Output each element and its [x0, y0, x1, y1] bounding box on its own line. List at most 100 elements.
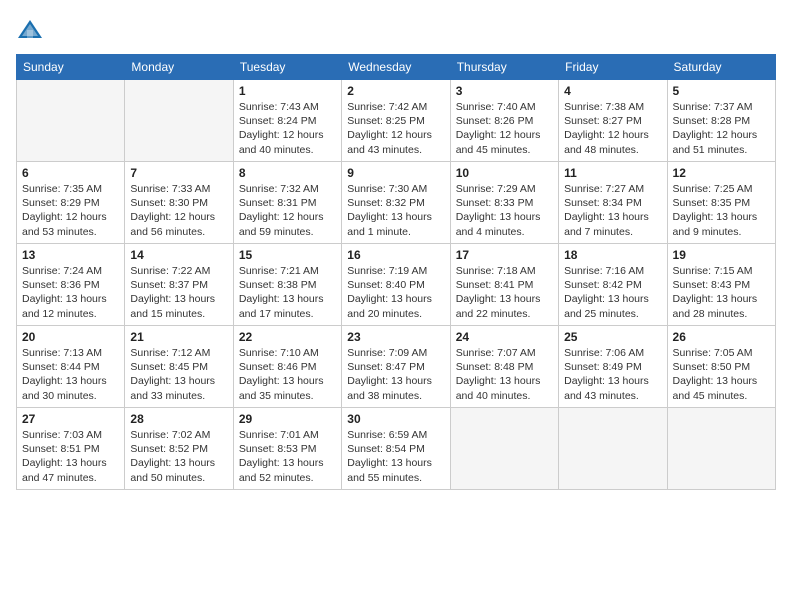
day-info: Sunrise: 7:07 AMSunset: 8:48 PMDaylight:…: [456, 346, 553, 403]
calendar-day-cell: 4 Sunrise: 7:38 AMSunset: 8:27 PMDaylight…: [559, 80, 667, 162]
day-info: Sunrise: 7:18 AMSunset: 8:41 PMDaylight:…: [456, 264, 553, 321]
calendar-day-cell: 19 Sunrise: 7:15 AMSunset: 8:43 PMDayligh…: [667, 244, 775, 326]
day-number: 15: [239, 248, 336, 262]
day-number: 7: [130, 166, 227, 180]
calendar-day-cell: 28 Sunrise: 7:02 AMSunset: 8:52 PMDayligh…: [125, 408, 233, 490]
calendar-day-cell: 1Sunrise: 7:43 AMSunset: 8:24 PMDaylight…: [233, 80, 341, 162]
calendar-day-cell: 3 Sunrise: 7:40 AMSunset: 8:26 PMDaylight…: [450, 80, 558, 162]
day-number: 10: [456, 166, 553, 180]
calendar-day-cell: 6Sunrise: 7:35 AMSunset: 8:29 PMDaylight…: [17, 162, 125, 244]
day-info: Sunrise: 7:22 AMSunset: 8:37 PMDaylight:…: [130, 264, 227, 321]
day-info: Sunrise: 7:24 AMSunset: 8:36 PMDaylight:…: [22, 264, 119, 321]
day-number: 13: [22, 248, 119, 262]
day-info: Sunrise: 7:33 AMSunset: 8:30 PMDaylight:…: [130, 182, 227, 239]
day-info: Sunrise: 7:19 AMSunset: 8:40 PMDaylight:…: [347, 264, 444, 321]
calendar-day-cell: 8 Sunrise: 7:32 AMSunset: 8:31 PMDaylight…: [233, 162, 341, 244]
day-info: Sunrise: 7:38 AMSunset: 8:27 PMDaylight:…: [564, 100, 661, 157]
calendar-day-cell: [125, 80, 233, 162]
day-info: Sunrise: 7:40 AMSunset: 8:26 PMDaylight:…: [456, 100, 553, 157]
calendar-day-cell: 16Sunrise: 7:19 AMSunset: 8:40 PMDayligh…: [342, 244, 450, 326]
day-number: 2: [347, 84, 444, 98]
calendar-week-row: 6Sunrise: 7:35 AMSunset: 8:29 PMDaylight…: [17, 162, 776, 244]
calendar-week-row: 13 Sunrise: 7:24 AMSunset: 8:36 PMDayligh…: [17, 244, 776, 326]
calendar-day-cell: 2 Sunrise: 7:42 AMSunset: 8:25 PMDaylight…: [342, 80, 450, 162]
calendar-day-cell: 7 Sunrise: 7:33 AMSunset: 8:30 PMDaylight…: [125, 162, 233, 244]
calendar-day-cell: [667, 408, 775, 490]
day-number: 22: [239, 330, 336, 344]
day-number: 9: [347, 166, 444, 180]
page-container: SundayMondayTuesdayWednesdayThursdayFrid…: [0, 0, 792, 500]
day-of-week-header: Wednesday: [342, 55, 450, 80]
day-number: 27: [22, 412, 119, 426]
day-number: 20: [22, 330, 119, 344]
day-info: Sunrise: 7:42 AMSunset: 8:25 PMDaylight:…: [347, 100, 444, 157]
day-number: 3: [456, 84, 553, 98]
day-info: Sunrise: 6:59 AMSunset: 8:54 PMDaylight:…: [347, 428, 444, 485]
calendar-day-cell: 20 Sunrise: 7:13 AMSunset: 8:44 PMDayligh…: [17, 326, 125, 408]
calendar-day-cell: 23 Sunrise: 7:09 AMSunset: 8:47 PMDayligh…: [342, 326, 450, 408]
day-info: Sunrise: 7:27 AMSunset: 8:34 PMDaylight:…: [564, 182, 661, 239]
day-number: 21: [130, 330, 227, 344]
day-info: Sunrise: 7:12 AMSunset: 8:45 PMDaylight:…: [130, 346, 227, 403]
day-info: Sunrise: 7:43 AMSunset: 8:24 PMDaylight:…: [239, 100, 336, 157]
day-number: 14: [130, 248, 227, 262]
day-info: Sunrise: 7:25 AMSunset: 8:35 PMDaylight:…: [673, 182, 770, 239]
calendar-day-cell: 17 Sunrise: 7:18 AMSunset: 8:41 PMDayligh…: [450, 244, 558, 326]
day-info: Sunrise: 7:02 AMSunset: 8:52 PMDaylight:…: [130, 428, 227, 485]
calendar-day-cell: 27 Sunrise: 7:03 AMSunset: 8:51 PMDayligh…: [17, 408, 125, 490]
calendar-day-cell: [450, 408, 558, 490]
day-number: 24: [456, 330, 553, 344]
calendar-week-row: 1Sunrise: 7:43 AMSunset: 8:24 PMDaylight…: [17, 80, 776, 162]
calendar-day-cell: 13 Sunrise: 7:24 AMSunset: 8:36 PMDayligh…: [17, 244, 125, 326]
page-header: [16, 16, 776, 44]
day-number: 5: [673, 84, 770, 98]
day-number: 6: [22, 166, 119, 180]
day-number: 25: [564, 330, 661, 344]
day-number: 23: [347, 330, 444, 344]
calendar-day-cell: 9 Sunrise: 7:30 AMSunset: 8:32 PMDaylight…: [342, 162, 450, 244]
day-info: Sunrise: 7:13 AMSunset: 8:44 PMDaylight:…: [22, 346, 119, 403]
day-info: Sunrise: 7:06 AMSunset: 8:49 PMDaylight:…: [564, 346, 661, 403]
day-info: Sunrise: 7:32 AMSunset: 8:31 PMDaylight:…: [239, 182, 336, 239]
day-info: Sunrise: 7:01 AMSunset: 8:53 PMDaylight:…: [239, 428, 336, 485]
day-of-week-header: Monday: [125, 55, 233, 80]
day-number: 29: [239, 412, 336, 426]
calendar-day-cell: 12 Sunrise: 7:25 AMSunset: 8:35 PMDayligh…: [667, 162, 775, 244]
calendar-day-cell: 5Sunrise: 7:37 AMSunset: 8:28 PMDaylight…: [667, 80, 775, 162]
calendar-day-cell: [17, 80, 125, 162]
day-number: 30: [347, 412, 444, 426]
day-number: 28: [130, 412, 227, 426]
day-info: Sunrise: 7:03 AMSunset: 8:51 PMDaylight:…: [22, 428, 119, 485]
day-of-week-header: Saturday: [667, 55, 775, 80]
day-number: 8: [239, 166, 336, 180]
day-of-week-header: Tuesday: [233, 55, 341, 80]
calendar-day-cell: 29 Sunrise: 7:01 AMSunset: 8:53 PMDayligh…: [233, 408, 341, 490]
calendar-week-row: 27 Sunrise: 7:03 AMSunset: 8:51 PMDayligh…: [17, 408, 776, 490]
calendar-header-row: SundayMondayTuesdayWednesdayThursdayFrid…: [17, 55, 776, 80]
logo: [16, 16, 48, 44]
day-of-week-header: Friday: [559, 55, 667, 80]
calendar-day-cell: 25 Sunrise: 7:06 AMSunset: 8:49 PMDayligh…: [559, 326, 667, 408]
day-info: Sunrise: 7:10 AMSunset: 8:46 PMDaylight:…: [239, 346, 336, 403]
calendar-day-cell: 24 Sunrise: 7:07 AMSunset: 8:48 PMDayligh…: [450, 326, 558, 408]
day-info: Sunrise: 7:09 AMSunset: 8:47 PMDaylight:…: [347, 346, 444, 403]
day-number: 19: [673, 248, 770, 262]
day-info: Sunrise: 7:15 AMSunset: 8:43 PMDaylight:…: [673, 264, 770, 321]
day-number: 11: [564, 166, 661, 180]
day-info: Sunrise: 7:30 AMSunset: 8:32 PMDaylight:…: [347, 182, 444, 239]
calendar-day-cell: 14 Sunrise: 7:22 AMSunset: 8:37 PMDayligh…: [125, 244, 233, 326]
calendar-day-cell: 30 Sunrise: 6:59 AMSunset: 8:54 PMDayligh…: [342, 408, 450, 490]
calendar-week-row: 20 Sunrise: 7:13 AMSunset: 8:44 PMDayligh…: [17, 326, 776, 408]
day-number: 17: [456, 248, 553, 262]
day-info: Sunrise: 7:16 AMSunset: 8:42 PMDaylight:…: [564, 264, 661, 321]
calendar-table: SundayMondayTuesdayWednesdayThursdayFrid…: [16, 54, 776, 490]
calendar-day-cell: 15 Sunrise: 7:21 AMSunset: 8:38 PMDayligh…: [233, 244, 341, 326]
day-number: 4: [564, 84, 661, 98]
calendar-day-cell: 11 Sunrise: 7:27 AMSunset: 8:34 PMDayligh…: [559, 162, 667, 244]
logo-icon: [16, 16, 44, 44]
day-number: 12: [673, 166, 770, 180]
day-number: 26: [673, 330, 770, 344]
day-of-week-header: Thursday: [450, 55, 558, 80]
day-info: Sunrise: 7:21 AMSunset: 8:38 PMDaylight:…: [239, 264, 336, 321]
calendar-day-cell: 10Sunrise: 7:29 AMSunset: 8:33 PMDayligh…: [450, 162, 558, 244]
